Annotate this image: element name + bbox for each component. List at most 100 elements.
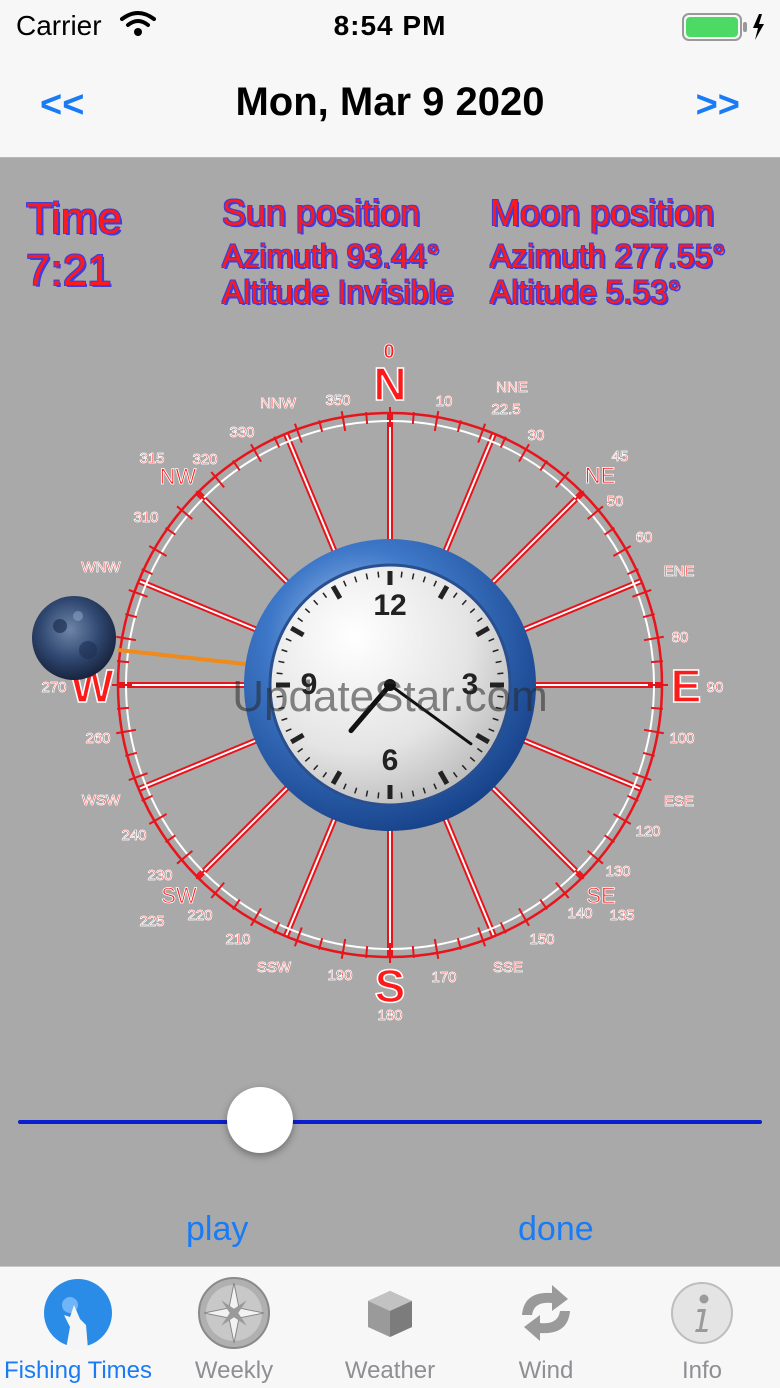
battery-icon: [682, 13, 764, 41]
compass-tick: [293, 927, 303, 947]
compass-ray: [196, 786, 289, 879]
degree-label-120: 120: [635, 823, 660, 840]
cardinal-s: S: [375, 960, 406, 1012]
moon-azimuth-line: [117, 648, 246, 666]
info-icon: [671, 1282, 733, 1344]
date-title: Mon, Mar 9 2020: [235, 80, 545, 124]
degree-label-260: 260: [85, 730, 110, 747]
degree-label-30: 30: [528, 427, 545, 444]
navigation-bar: << Mon, Mar 9 2020 >>: [0, 56, 780, 158]
time-value: 7:21: [26, 246, 112, 295]
sun-position-title: Sun position: [222, 192, 421, 233]
degree-label-230: 230: [147, 867, 172, 884]
intercardinal-sw: SW: [161, 883, 197, 908]
compass-rose-icon: [198, 1277, 270, 1349]
compass-ray: [491, 491, 584, 584]
direction-nnw: NNW: [260, 395, 297, 412]
time-slider-track[interactable]: [18, 1120, 762, 1124]
degree-label-135: 135: [609, 907, 634, 924]
tab-label: Weekly: [194, 1357, 274, 1384]
tab-weather[interactable]: Weather: [312, 1267, 468, 1388]
direction-ene: ENE: [664, 563, 695, 580]
degree-label-150: 150: [529, 931, 554, 948]
direction-sse: SSE: [493, 959, 523, 976]
degree-label-100: 100: [669, 730, 694, 747]
sun-azimuth: Azimuth 93.44°: [222, 238, 440, 274]
compass-ray: [284, 818, 336, 937]
direction-nne: NNE: [496, 379, 528, 396]
direction-wnw: WNW: [81, 559, 121, 576]
time-label: Time: [26, 194, 123, 243]
degree-label-190: 190: [327, 967, 352, 984]
cardinal-n: N: [373, 358, 406, 410]
clock-tick: [400, 571, 403, 578]
tab-label: Fishing Times: [3, 1357, 153, 1384]
tab-wind[interactable]: Wind: [468, 1267, 624, 1388]
play-button[interactable]: play: [186, 1210, 248, 1249]
clock-tick: [377, 792, 380, 799]
time-slider-thumb[interactable]: [226, 1087, 293, 1153]
compass-tick: [433, 411, 440, 432]
status-time: 8:54 PM: [333, 10, 447, 41]
clock-tick: [377, 571, 380, 578]
intercardinal-se: SE: [586, 883, 615, 908]
compass-tick: [643, 728, 664, 735]
compass-ray: [491, 786, 584, 879]
degree-label-80: 80: [672, 629, 689, 646]
compass-tick: [116, 660, 130, 664]
tab-weekly[interactable]: Weekly: [156, 1267, 312, 1388]
compass-tick: [128, 772, 148, 782]
degree-label-220: 220: [187, 907, 212, 924]
compass-tick: [632, 588, 652, 598]
direction-ssw: SSW: [257, 959, 292, 976]
compass-tick: [365, 411, 369, 425]
clock-numeral-6: 6: [382, 744, 399, 777]
compass-ray: [138, 579, 257, 631]
tab-label: Wind: [518, 1357, 574, 1384]
cube-icon: [368, 1291, 412, 1337]
direction-wsw: WSW: [82, 792, 121, 809]
compass-ray: [196, 491, 289, 584]
degree-label-225: 225: [139, 913, 164, 930]
degree-label-350: 350: [325, 392, 350, 409]
degree-label-240: 240: [121, 827, 146, 844]
compass-tick: [650, 660, 664, 664]
degree-label-60: 60: [636, 529, 653, 546]
intercardinal-nw: NW: [160, 464, 197, 489]
compass-ray: [444, 433, 496, 552]
compass-ray: [284, 433, 336, 552]
compass-ray: [523, 579, 642, 631]
compass-tick: [128, 588, 148, 598]
tab-label: Weather: [344, 1357, 436, 1384]
compass-tick: [411, 945, 415, 959]
tab-fishing-times[interactable]: Fishing Times: [0, 1267, 156, 1388]
compass-tick: [643, 635, 664, 642]
degree-label-310: 310: [133, 509, 158, 526]
compass-tick: [365, 945, 369, 959]
wolf-moon-icon: [44, 1279, 112, 1349]
compass-tick: [340, 938, 347, 959]
degree-label-330: 330: [229, 424, 254, 441]
degree-label-10: 10: [436, 393, 453, 410]
degree-label-210: 210: [225, 931, 250, 948]
done-button[interactable]: done: [518, 1210, 594, 1249]
status-bar: Carrier 8:54 PM: [0, 0, 780, 56]
compass-ray: [444, 818, 496, 937]
watermark: UpdateStar.com: [232, 672, 548, 721]
degree-label-0: 0: [383, 341, 394, 363]
next-day-button[interactable]: >>: [696, 84, 740, 127]
degree-label-180: 180: [377, 1007, 402, 1024]
tab-label: Info: [681, 1357, 723, 1384]
degree-label-170: 170: [431, 969, 456, 986]
sun-altitude: Altitude Invisible: [222, 274, 454, 310]
degree-label-50: 50: [607, 493, 624, 510]
compass-tick: [116, 728, 137, 735]
tab-info[interactable]: Info: [624, 1267, 780, 1388]
direction-ese: ESE: [664, 793, 694, 810]
compass-tick: [340, 411, 347, 432]
compass-tick: [293, 423, 303, 443]
compass-ray: [138, 739, 257, 791]
refresh-arrows-icon: [522, 1285, 570, 1341]
moon-azimuth: Azimuth 277.55°: [490, 238, 726, 274]
clock-numeral-12: 12: [373, 589, 406, 622]
